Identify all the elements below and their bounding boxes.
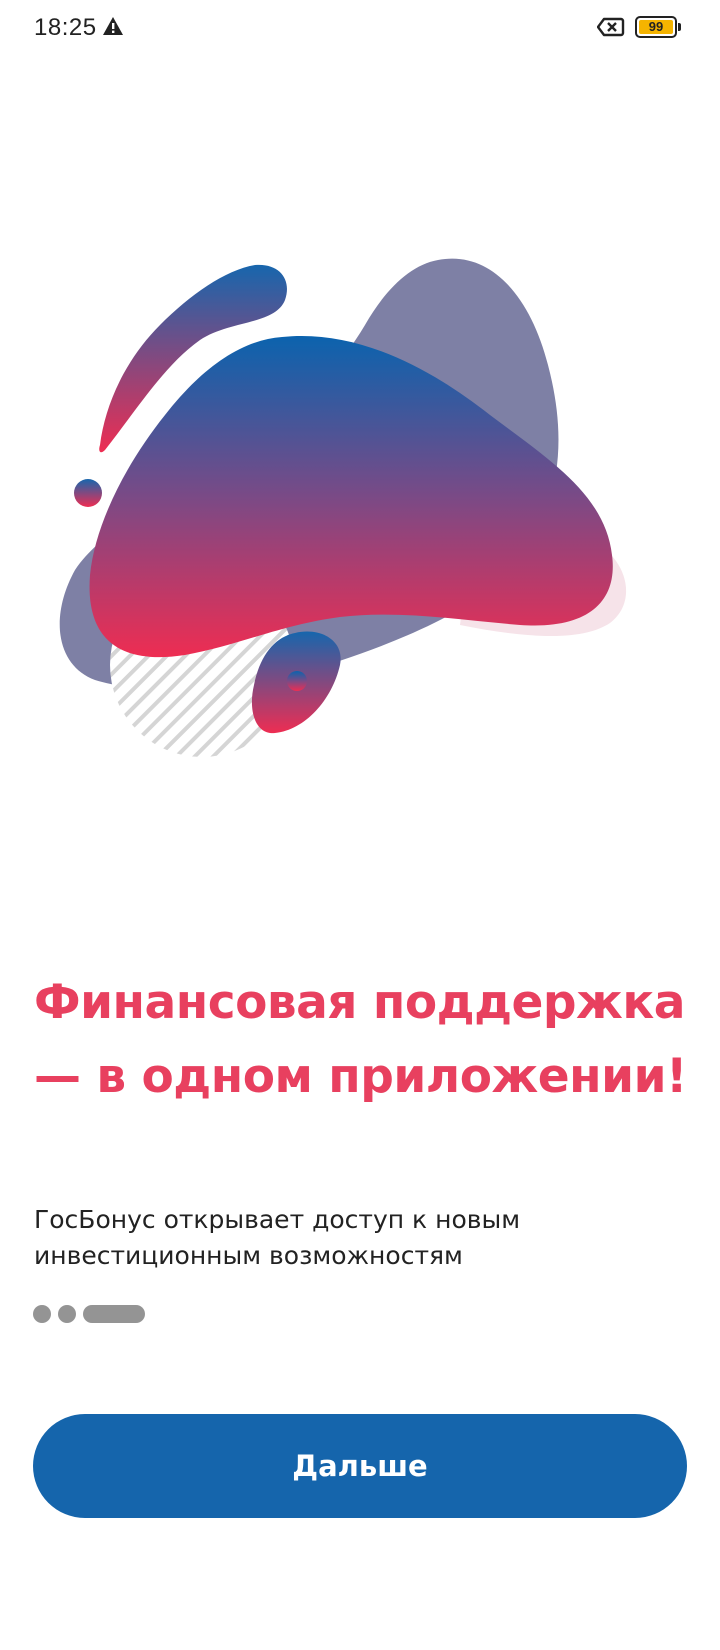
page-dot-2[interactable] [58, 1305, 76, 1323]
next-button[interactable]: Дальше [33, 1414, 687, 1518]
onboarding-title: Финансовая поддержка — в одном приложени… [34, 975, 687, 1104]
onboarding-subtitle: ГосБонус открывает доступ к новым инвест… [34, 1205, 521, 1270]
battery-level: 99 [648, 19, 664, 34]
onboarding-illustration [59, 258, 627, 757]
page-dot-active[interactable] [83, 1305, 145, 1323]
no-sim-icon [597, 17, 625, 37]
status-time: 18:25 [34, 14, 97, 41]
battery-icon: 99 [635, 16, 681, 38]
warning-icon [103, 17, 123, 35]
page-dot-1[interactable] [33, 1305, 51, 1323]
status-bar: 18:25 99 [0, 0, 720, 56]
